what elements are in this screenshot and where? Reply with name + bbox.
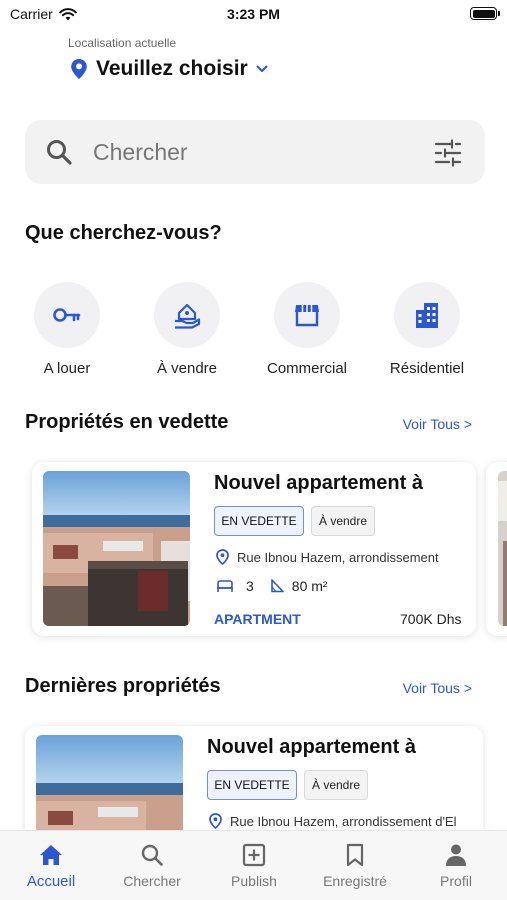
house-hand-icon xyxy=(175,303,201,329)
storefront-icon xyxy=(295,305,319,327)
latest-title: Dernières propriétés xyxy=(25,675,221,697)
search-icon xyxy=(47,140,72,165)
address-text: Rue Ibnou Hazem, arrondissement d'El xyxy=(230,813,457,829)
tab-label: Chercher xyxy=(123,873,181,889)
sliders-icon xyxy=(434,139,462,167)
property-specs: 3 80 m² xyxy=(216,578,328,594)
tab-profil[interactable]: Profil xyxy=(411,841,501,889)
address-text: Rue Ibnou Hazem, arrondissement xyxy=(237,549,439,565)
location-pin-icon xyxy=(71,59,87,79)
featured-title: Propriétés en vedette xyxy=(25,411,229,433)
property-photo xyxy=(43,471,190,626)
category-a-vendre[interactable]: À vendre xyxy=(137,282,237,377)
tab-label: Enregistré xyxy=(323,873,387,889)
category-residentiel[interactable]: Résidentiel xyxy=(377,282,477,377)
tab-bar: Accueil Chercher Publish Enregistré Prof… xyxy=(0,830,507,900)
tab-publish[interactable]: Publish xyxy=(209,841,299,889)
category-label: Résidentiel xyxy=(389,360,465,377)
bookmark-icon xyxy=(346,843,364,867)
category-label: A louer xyxy=(43,360,91,377)
status-time: 3:23 PM xyxy=(227,6,280,22)
search-input[interactable] xyxy=(93,136,413,168)
home-icon xyxy=(40,845,62,865)
property-title: Nouvel appartement à xyxy=(214,472,423,494)
battery-icon xyxy=(470,7,500,20)
next-property-card[interactable] xyxy=(486,462,507,636)
category-circle xyxy=(394,282,460,348)
bed-icon xyxy=(217,580,233,592)
featured-see-all-link[interactable]: Voir Tous > xyxy=(403,416,472,432)
location-value: Veuillez choisir xyxy=(96,57,248,80)
add-square-icon xyxy=(242,843,266,867)
categories-title: Que cherchez-vous? xyxy=(25,222,222,244)
property-type: APARTMENT xyxy=(214,611,301,627)
location-caption: Localisation actuelle xyxy=(68,36,177,50)
property-price: 700K Dhs xyxy=(400,611,462,627)
tab-enregistre[interactable]: Enregistré xyxy=(310,841,400,889)
area-value: 80 m² xyxy=(291,578,328,594)
featured-property-card[interactable]: Nouvel appartement à EN VEDETTE À vendre… xyxy=(32,462,476,636)
property-title: Nouvel appartement à xyxy=(207,736,416,758)
status-badge: À vendre xyxy=(304,770,368,800)
property-address: Rue Ibnou Hazem, arrondissement d'El xyxy=(209,813,456,829)
property-photo xyxy=(498,471,507,626)
key-icon xyxy=(53,308,81,322)
location-selector[interactable]: Veuillez choisir xyxy=(70,57,268,81)
property-address: Rue Ibnou Hazem, arrondissement xyxy=(216,549,439,565)
bedrooms-count: 3 xyxy=(246,578,254,594)
tab-label: Publish xyxy=(231,873,277,889)
category-circle xyxy=(274,282,340,348)
category-label: À vendre xyxy=(156,360,218,377)
building-icon xyxy=(416,303,438,328)
featured-badge: EN VEDETTE xyxy=(214,506,304,536)
status-badge: À vendre xyxy=(311,506,375,536)
latest-see-all-link[interactable]: Voir Tous > xyxy=(403,680,472,696)
search-icon xyxy=(141,844,163,866)
filter-button[interactable] xyxy=(433,138,463,168)
tab-chercher[interactable]: Chercher xyxy=(107,841,197,889)
tab-label: Profil xyxy=(440,873,472,889)
tab-accueil[interactable]: Accueil xyxy=(6,841,96,890)
location-pin-outline-icon xyxy=(216,549,229,565)
category-circle xyxy=(34,282,100,348)
status-bar: Carrier 3:23 PM xyxy=(0,0,507,30)
category-circle xyxy=(154,282,220,348)
person-icon xyxy=(446,844,466,866)
search-bar[interactable] xyxy=(25,120,485,184)
category-commercial[interactable]: Commercial xyxy=(257,282,357,377)
chevron-down-icon xyxy=(256,65,268,72)
category-a-louer[interactable]: A louer xyxy=(17,282,117,377)
category-label: Commercial xyxy=(266,360,347,377)
location-pin-outline-icon xyxy=(209,813,222,829)
featured-badge: EN VEDETTE xyxy=(207,770,297,800)
tab-label: Accueil xyxy=(26,873,76,890)
area-icon xyxy=(270,579,284,593)
